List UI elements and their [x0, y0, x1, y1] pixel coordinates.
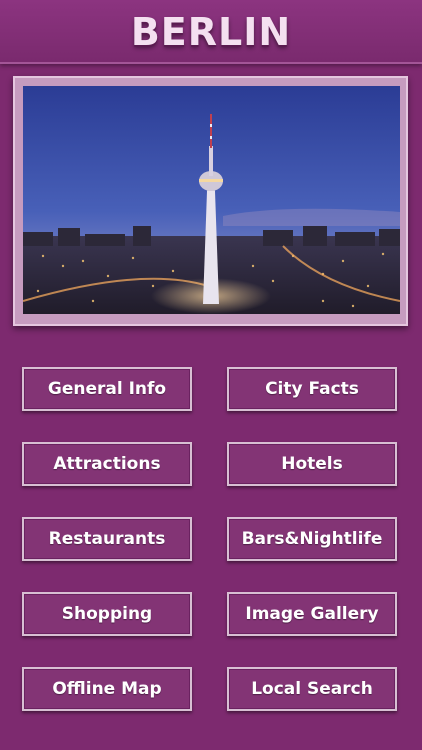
image-gallery-button[interactable]: Image Gallery: [227, 592, 397, 636]
berlin-skyline-image: [23, 86, 400, 314]
city-facts-button[interactable]: City Facts: [227, 367, 397, 411]
offline-map-button[interactable]: Offline Map: [22, 667, 192, 711]
shopping-button[interactable]: Shopping: [22, 592, 192, 636]
local-search-button[interactable]: Local Search: [227, 667, 397, 711]
restaurants-button[interactable]: Restaurants: [22, 517, 192, 561]
hero-image: [23, 86, 400, 314]
bars-nightlife-button[interactable]: Bars&Nightlife: [227, 517, 397, 561]
app-header: BERLIN: [0, 0, 422, 64]
hotels-button[interactable]: Hotels: [227, 442, 397, 486]
hero-image-frame: [13, 76, 408, 326]
attractions-button[interactable]: Attractions: [22, 442, 192, 486]
page-title: BERLIN: [130, 10, 292, 54]
general-info-button[interactable]: General Info: [22, 367, 192, 411]
